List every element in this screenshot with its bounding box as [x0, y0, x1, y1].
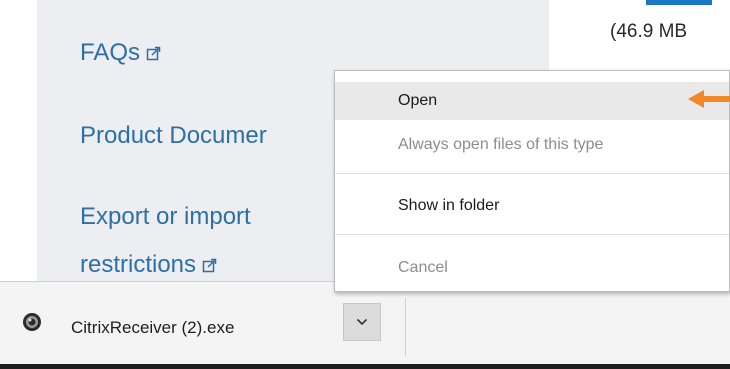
download-button-edge [646, 0, 712, 5]
export-import-label: Export or import [80, 203, 251, 230]
chevron-down-icon [356, 313, 368, 331]
restrictions-link[interactable]: restrictions [80, 251, 217, 280]
taskbar-edge [0, 364, 730, 369]
product-documentation-label: Product Documer [80, 122, 267, 149]
menu-item-show-in-folder[interactable]: Show in folder [335, 187, 729, 225]
external-link-icon [146, 40, 161, 68]
restrictions-label: restrictions [80, 251, 197, 278]
product-documentation-link[interactable]: Product Documer [80, 122, 267, 150]
export-import-link[interactable]: Export or import [80, 203, 251, 231]
faqs-link-label: FAQs [80, 39, 141, 66]
faqs-link[interactable]: FAQs [80, 39, 161, 68]
menu-item-cancel[interactable]: Cancel [335, 249, 729, 287]
menu-separator [335, 234, 729, 235]
menu-item-always-open[interactable]: Always open files of this type [335, 126, 729, 164]
citrix-receiver-icon [22, 312, 42, 337]
download-context-menu: Open Always open files of this type Show… [334, 70, 730, 292]
download-menu-button[interactable] [343, 303, 381, 341]
external-link-icon [202, 252, 217, 280]
annotation-arrow-icon [686, 87, 730, 116]
download-file-name[interactable]: CitrixReceiver (2).exe [71, 318, 234, 338]
menu-item-open[interactable]: Open [335, 82, 729, 120]
download-item-divider [405, 298, 406, 356]
file-size-text: (46.9 MB [610, 21, 688, 42]
menu-separator [335, 173, 729, 174]
